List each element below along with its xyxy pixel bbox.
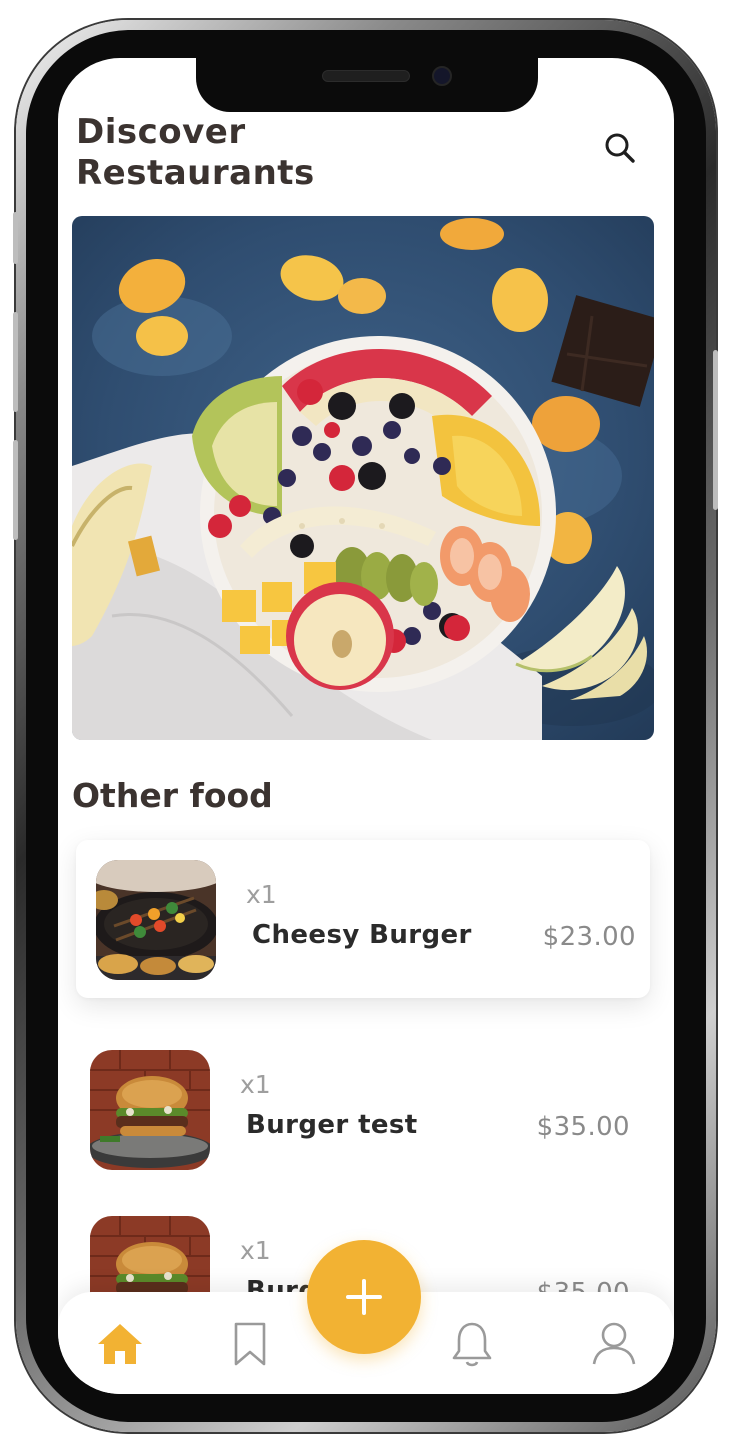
plus-icon	[346, 1279, 382, 1315]
nav-notifications[interactable]	[446, 1318, 498, 1370]
fruit-bowl-photo	[72, 216, 654, 740]
speaker-grille	[322, 70, 410, 82]
item-name: Burger test	[246, 1110, 418, 1140]
volume-up-button	[13, 312, 18, 412]
burger-photo	[90, 1050, 210, 1170]
volume-down-button	[13, 440, 18, 540]
search-icon	[605, 133, 635, 163]
item-price: $23.00	[542, 922, 636, 952]
food-thumbnail	[96, 860, 216, 980]
power-button	[713, 350, 718, 510]
item-price: $35.00	[536, 1112, 630, 1142]
food-list-item[interactable]: x1 Burger test $35.00	[70, 1030, 644, 1188]
section-title: Other food	[72, 776, 273, 815]
mute-switch	[13, 212, 18, 264]
nav-bookmarks[interactable]	[224, 1318, 276, 1370]
food-thumbnail	[90, 1050, 210, 1170]
phone-notch	[196, 58, 538, 112]
item-quantity: x1	[246, 880, 277, 909]
nav-home[interactable]	[94, 1318, 146, 1370]
food-list-item[interactable]: x1 Cheesy Burger $23.00	[76, 840, 650, 998]
home-icon	[98, 1324, 142, 1364]
grilled-skewers-photo	[96, 860, 216, 980]
page-title-line-2: Restaurants	[76, 153, 315, 193]
bookmark-icon	[234, 1322, 266, 1366]
item-quantity: x1	[240, 1236, 271, 1265]
hero-image[interactable]	[72, 216, 654, 740]
page-title-line-1: Discover	[76, 112, 246, 152]
search-button[interactable]	[600, 128, 640, 168]
item-name: Cheesy Burger	[252, 920, 472, 950]
add-button[interactable]	[307, 1240, 421, 1354]
item-quantity: x1	[240, 1070, 271, 1099]
user-icon	[592, 1322, 636, 1365]
nav-profile[interactable]	[588, 1318, 640, 1370]
bell-icon	[452, 1322, 492, 1367]
app-screen: Discover Restaurants Other food x1 Chees…	[58, 58, 674, 1394]
page-title: Discover Restaurants	[76, 112, 416, 194]
front-camera	[432, 66, 452, 86]
